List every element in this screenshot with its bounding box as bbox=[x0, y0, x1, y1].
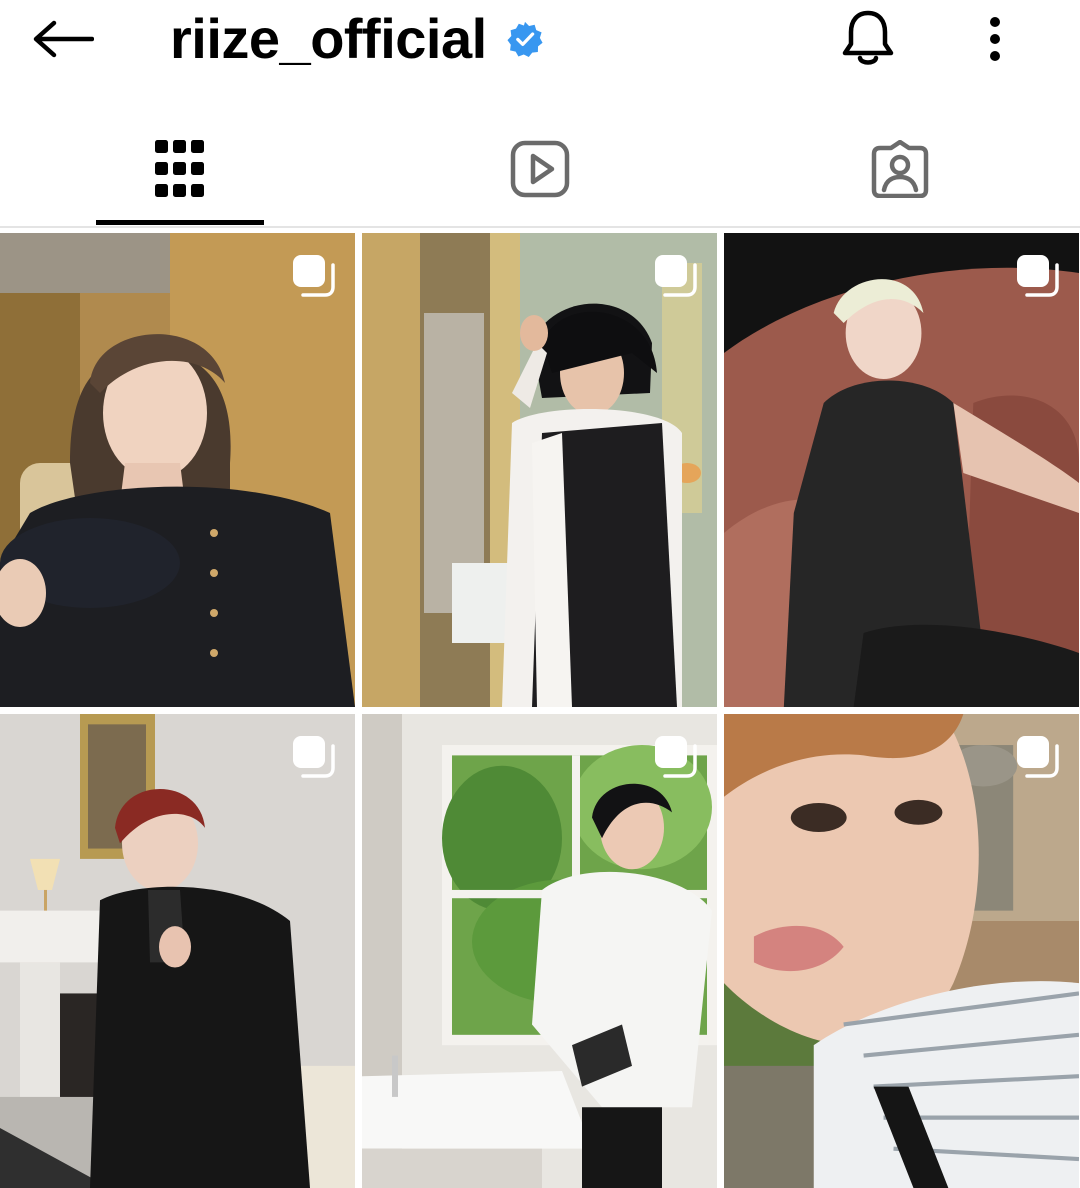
post-photo bbox=[0, 233, 355, 707]
carousel-icon bbox=[1017, 255, 1059, 297]
reels-icon bbox=[510, 140, 570, 198]
active-tab-indicator bbox=[96, 220, 264, 225]
notifications-button[interactable] bbox=[836, 6, 900, 70]
tab-posts-grid[interactable] bbox=[0, 112, 360, 226]
profile-header: riize_official bbox=[0, 0, 1080, 84]
post-photo bbox=[724, 714, 1079, 1188]
carousel-icon bbox=[1017, 736, 1059, 778]
verified-badge-icon bbox=[507, 21, 543, 57]
back-button[interactable] bbox=[30, 14, 96, 64]
post-thumbnail[interactable] bbox=[0, 714, 355, 1188]
post-thumbnail[interactable] bbox=[724, 714, 1079, 1188]
tab-reels[interactable] bbox=[360, 112, 720, 226]
tagged-icon bbox=[871, 140, 929, 198]
carousel-icon bbox=[293, 736, 335, 778]
arrow-left-icon bbox=[33, 20, 94, 58]
profile-title: riize_official bbox=[170, 4, 543, 74]
more-vertical-icon bbox=[990, 17, 1000, 61]
more-options-button[interactable] bbox=[972, 10, 1018, 68]
post-thumbnail[interactable] bbox=[0, 233, 355, 707]
carousel-icon bbox=[655, 736, 697, 778]
post-photo bbox=[362, 714, 717, 1188]
username-label: riize_official bbox=[170, 7, 487, 70]
post-photo bbox=[0, 714, 355, 1188]
carousel-icon bbox=[293, 255, 335, 297]
post-photo bbox=[362, 233, 717, 707]
bell-icon bbox=[842, 10, 894, 65]
post-photo bbox=[724, 233, 1079, 707]
tab-tagged[interactable] bbox=[720, 112, 1080, 226]
post-thumbnail[interactable] bbox=[362, 714, 717, 1188]
post-thumbnail[interactable] bbox=[724, 233, 1079, 707]
profile-tabs bbox=[0, 112, 1080, 228]
grid-icon bbox=[155, 140, 204, 197]
post-thumbnail[interactable] bbox=[362, 233, 717, 707]
carousel-icon bbox=[655, 255, 697, 297]
posts-grid bbox=[0, 233, 1080, 1188]
